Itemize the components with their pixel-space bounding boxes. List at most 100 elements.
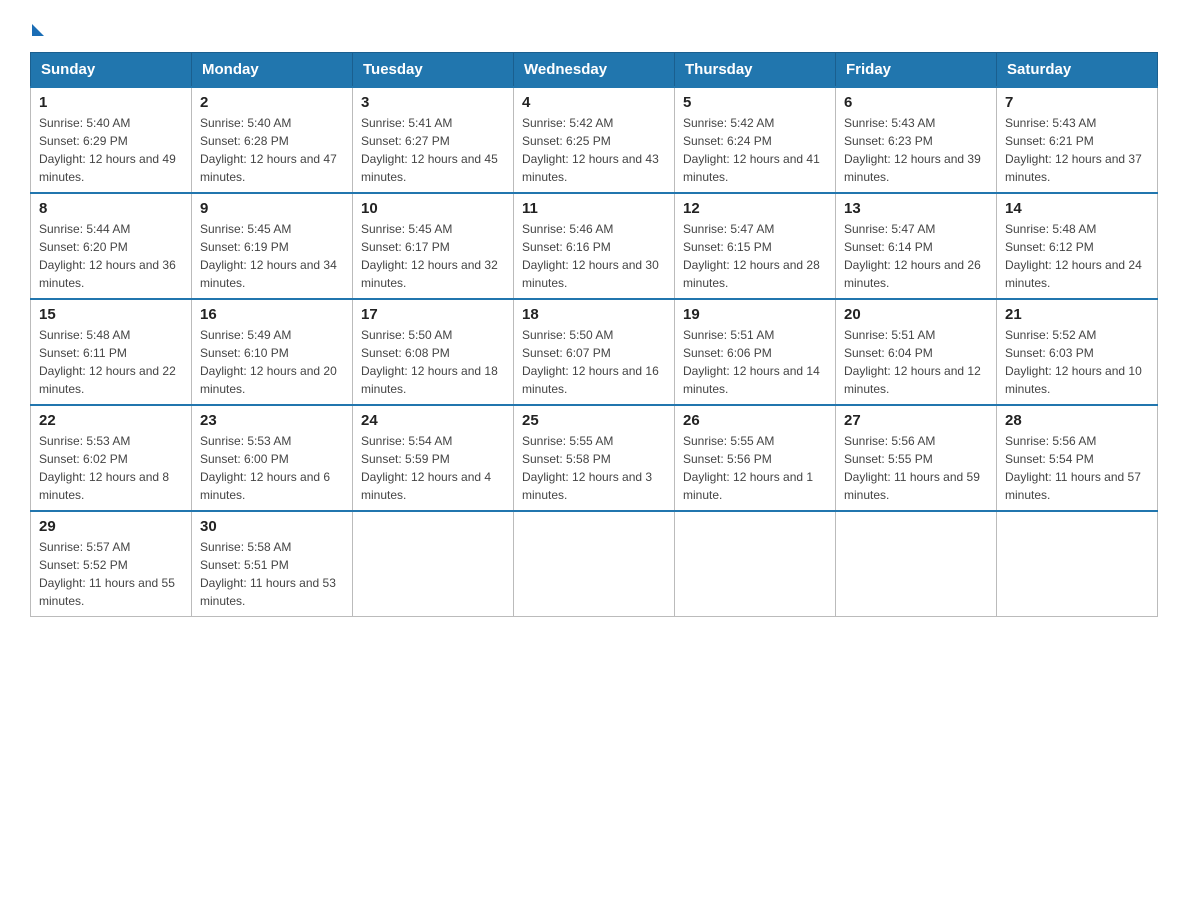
calendar-day-cell: 8 Sunrise: 5:44 AM Sunset: 6:20 PM Dayli… bbox=[31, 193, 192, 299]
calendar-day-cell: 30 Sunrise: 5:58 AM Sunset: 5:51 PM Dayl… bbox=[192, 511, 353, 617]
logo bbox=[30, 20, 44, 36]
calendar-day-cell: 6 Sunrise: 5:43 AM Sunset: 6:23 PM Dayli… bbox=[836, 87, 997, 193]
day-of-week-header: Saturday bbox=[997, 53, 1158, 88]
day-info: Sunrise: 5:48 AM Sunset: 6:12 PM Dayligh… bbox=[1005, 220, 1149, 292]
calendar-day-cell bbox=[997, 511, 1158, 617]
day-of-week-header: Friday bbox=[836, 53, 997, 88]
calendar-day-cell: 3 Sunrise: 5:41 AM Sunset: 6:27 PM Dayli… bbox=[353, 87, 514, 193]
calendar-day-cell: 13 Sunrise: 5:47 AM Sunset: 6:14 PM Dayl… bbox=[836, 193, 997, 299]
day-number: 22 bbox=[39, 412, 183, 429]
day-number: 2 bbox=[200, 94, 344, 111]
day-info: Sunrise: 5:43 AM Sunset: 6:23 PM Dayligh… bbox=[844, 114, 988, 186]
day-info: Sunrise: 5:56 AM Sunset: 5:54 PM Dayligh… bbox=[1005, 432, 1149, 504]
calendar-day-cell bbox=[353, 511, 514, 617]
calendar-day-cell: 5 Sunrise: 5:42 AM Sunset: 6:24 PM Dayli… bbox=[675, 87, 836, 193]
calendar-day-cell: 4 Sunrise: 5:42 AM Sunset: 6:25 PM Dayli… bbox=[514, 87, 675, 193]
day-info: Sunrise: 5:54 AM Sunset: 5:59 PM Dayligh… bbox=[361, 432, 505, 504]
day-number: 20 bbox=[844, 306, 988, 323]
day-info: Sunrise: 5:42 AM Sunset: 6:25 PM Dayligh… bbox=[522, 114, 666, 186]
day-info: Sunrise: 5:55 AM Sunset: 5:56 PM Dayligh… bbox=[683, 432, 827, 504]
calendar-week-row: 1 Sunrise: 5:40 AM Sunset: 6:29 PM Dayli… bbox=[31, 87, 1158, 193]
logo-triangle-icon bbox=[32, 24, 44, 36]
day-info: Sunrise: 5:57 AM Sunset: 5:52 PM Dayligh… bbox=[39, 538, 183, 610]
calendar-day-cell: 2 Sunrise: 5:40 AM Sunset: 6:28 PM Dayli… bbox=[192, 87, 353, 193]
day-number: 21 bbox=[1005, 306, 1149, 323]
day-info: Sunrise: 5:55 AM Sunset: 5:58 PM Dayligh… bbox=[522, 432, 666, 504]
day-number: 1 bbox=[39, 94, 183, 111]
day-info: Sunrise: 5:50 AM Sunset: 6:08 PM Dayligh… bbox=[361, 326, 505, 398]
calendar-day-cell: 21 Sunrise: 5:52 AM Sunset: 6:03 PM Dayl… bbox=[997, 299, 1158, 405]
day-number: 18 bbox=[522, 306, 666, 323]
calendar-day-cell: 10 Sunrise: 5:45 AM Sunset: 6:17 PM Dayl… bbox=[353, 193, 514, 299]
calendar-day-cell bbox=[675, 511, 836, 617]
day-info: Sunrise: 5:40 AM Sunset: 6:29 PM Dayligh… bbox=[39, 114, 183, 186]
day-number: 6 bbox=[844, 94, 988, 111]
day-of-week-header: Tuesday bbox=[353, 53, 514, 88]
day-of-week-header: Monday bbox=[192, 53, 353, 88]
calendar-day-cell: 14 Sunrise: 5:48 AM Sunset: 6:12 PM Dayl… bbox=[997, 193, 1158, 299]
calendar-week-row: 29 Sunrise: 5:57 AM Sunset: 5:52 PM Dayl… bbox=[31, 511, 1158, 617]
day-info: Sunrise: 5:46 AM Sunset: 6:16 PM Dayligh… bbox=[522, 220, 666, 292]
calendar-day-cell: 12 Sunrise: 5:47 AM Sunset: 6:15 PM Dayl… bbox=[675, 193, 836, 299]
day-info: Sunrise: 5:58 AM Sunset: 5:51 PM Dayligh… bbox=[200, 538, 344, 610]
day-of-week-header: Wednesday bbox=[514, 53, 675, 88]
day-info: Sunrise: 5:45 AM Sunset: 6:19 PM Dayligh… bbox=[200, 220, 344, 292]
day-number: 13 bbox=[844, 200, 988, 217]
day-number: 30 bbox=[200, 518, 344, 535]
day-number: 19 bbox=[683, 306, 827, 323]
day-info: Sunrise: 5:50 AM Sunset: 6:07 PM Dayligh… bbox=[522, 326, 666, 398]
day-number: 14 bbox=[1005, 200, 1149, 217]
day-of-week-header: Sunday bbox=[31, 53, 192, 88]
calendar-day-cell: 20 Sunrise: 5:51 AM Sunset: 6:04 PM Dayl… bbox=[836, 299, 997, 405]
day-number: 26 bbox=[683, 412, 827, 429]
day-number: 23 bbox=[200, 412, 344, 429]
day-info: Sunrise: 5:49 AM Sunset: 6:10 PM Dayligh… bbox=[200, 326, 344, 398]
day-info: Sunrise: 5:47 AM Sunset: 6:15 PM Dayligh… bbox=[683, 220, 827, 292]
calendar-day-cell: 17 Sunrise: 5:50 AM Sunset: 6:08 PM Dayl… bbox=[353, 299, 514, 405]
page-header bbox=[30, 20, 1158, 36]
day-info: Sunrise: 5:43 AM Sunset: 6:21 PM Dayligh… bbox=[1005, 114, 1149, 186]
day-info: Sunrise: 5:41 AM Sunset: 6:27 PM Dayligh… bbox=[361, 114, 505, 186]
day-info: Sunrise: 5:44 AM Sunset: 6:20 PM Dayligh… bbox=[39, 220, 183, 292]
calendar-table: SundayMondayTuesdayWednesdayThursdayFrid… bbox=[30, 52, 1158, 617]
day-number: 29 bbox=[39, 518, 183, 535]
calendar-week-row: 22 Sunrise: 5:53 AM Sunset: 6:02 PM Dayl… bbox=[31, 405, 1158, 511]
day-info: Sunrise: 5:42 AM Sunset: 6:24 PM Dayligh… bbox=[683, 114, 827, 186]
day-number: 16 bbox=[200, 306, 344, 323]
calendar-day-cell: 15 Sunrise: 5:48 AM Sunset: 6:11 PM Dayl… bbox=[31, 299, 192, 405]
calendar-header-row: SundayMondayTuesdayWednesdayThursdayFrid… bbox=[31, 53, 1158, 88]
day-number: 7 bbox=[1005, 94, 1149, 111]
day-number: 24 bbox=[361, 412, 505, 429]
calendar-day-cell: 22 Sunrise: 5:53 AM Sunset: 6:02 PM Dayl… bbox=[31, 405, 192, 511]
day-info: Sunrise: 5:52 AM Sunset: 6:03 PM Dayligh… bbox=[1005, 326, 1149, 398]
day-info: Sunrise: 5:47 AM Sunset: 6:14 PM Dayligh… bbox=[844, 220, 988, 292]
calendar-day-cell bbox=[836, 511, 997, 617]
calendar-day-cell: 19 Sunrise: 5:51 AM Sunset: 6:06 PM Dayl… bbox=[675, 299, 836, 405]
day-number: 11 bbox=[522, 200, 666, 217]
day-number: 10 bbox=[361, 200, 505, 217]
day-of-week-header: Thursday bbox=[675, 53, 836, 88]
day-number: 12 bbox=[683, 200, 827, 217]
calendar-day-cell: 26 Sunrise: 5:55 AM Sunset: 5:56 PM Dayl… bbox=[675, 405, 836, 511]
calendar-day-cell bbox=[514, 511, 675, 617]
day-info: Sunrise: 5:40 AM Sunset: 6:28 PM Dayligh… bbox=[200, 114, 344, 186]
calendar-week-row: 8 Sunrise: 5:44 AM Sunset: 6:20 PM Dayli… bbox=[31, 193, 1158, 299]
day-info: Sunrise: 5:53 AM Sunset: 6:02 PM Dayligh… bbox=[39, 432, 183, 504]
calendar-day-cell: 24 Sunrise: 5:54 AM Sunset: 5:59 PM Dayl… bbox=[353, 405, 514, 511]
day-info: Sunrise: 5:45 AM Sunset: 6:17 PM Dayligh… bbox=[361, 220, 505, 292]
day-number: 5 bbox=[683, 94, 827, 111]
day-number: 28 bbox=[1005, 412, 1149, 429]
day-info: Sunrise: 5:48 AM Sunset: 6:11 PM Dayligh… bbox=[39, 326, 183, 398]
day-number: 3 bbox=[361, 94, 505, 111]
calendar-day-cell: 25 Sunrise: 5:55 AM Sunset: 5:58 PM Dayl… bbox=[514, 405, 675, 511]
calendar-day-cell: 16 Sunrise: 5:49 AM Sunset: 6:10 PM Dayl… bbox=[192, 299, 353, 405]
day-number: 17 bbox=[361, 306, 505, 323]
calendar-day-cell: 9 Sunrise: 5:45 AM Sunset: 6:19 PM Dayli… bbox=[192, 193, 353, 299]
calendar-day-cell: 28 Sunrise: 5:56 AM Sunset: 5:54 PM Dayl… bbox=[997, 405, 1158, 511]
day-number: 4 bbox=[522, 94, 666, 111]
calendar-day-cell: 1 Sunrise: 5:40 AM Sunset: 6:29 PM Dayli… bbox=[31, 87, 192, 193]
day-info: Sunrise: 5:51 AM Sunset: 6:04 PM Dayligh… bbox=[844, 326, 988, 398]
calendar-day-cell: 18 Sunrise: 5:50 AM Sunset: 6:07 PM Dayl… bbox=[514, 299, 675, 405]
day-number: 15 bbox=[39, 306, 183, 323]
day-number: 8 bbox=[39, 200, 183, 217]
